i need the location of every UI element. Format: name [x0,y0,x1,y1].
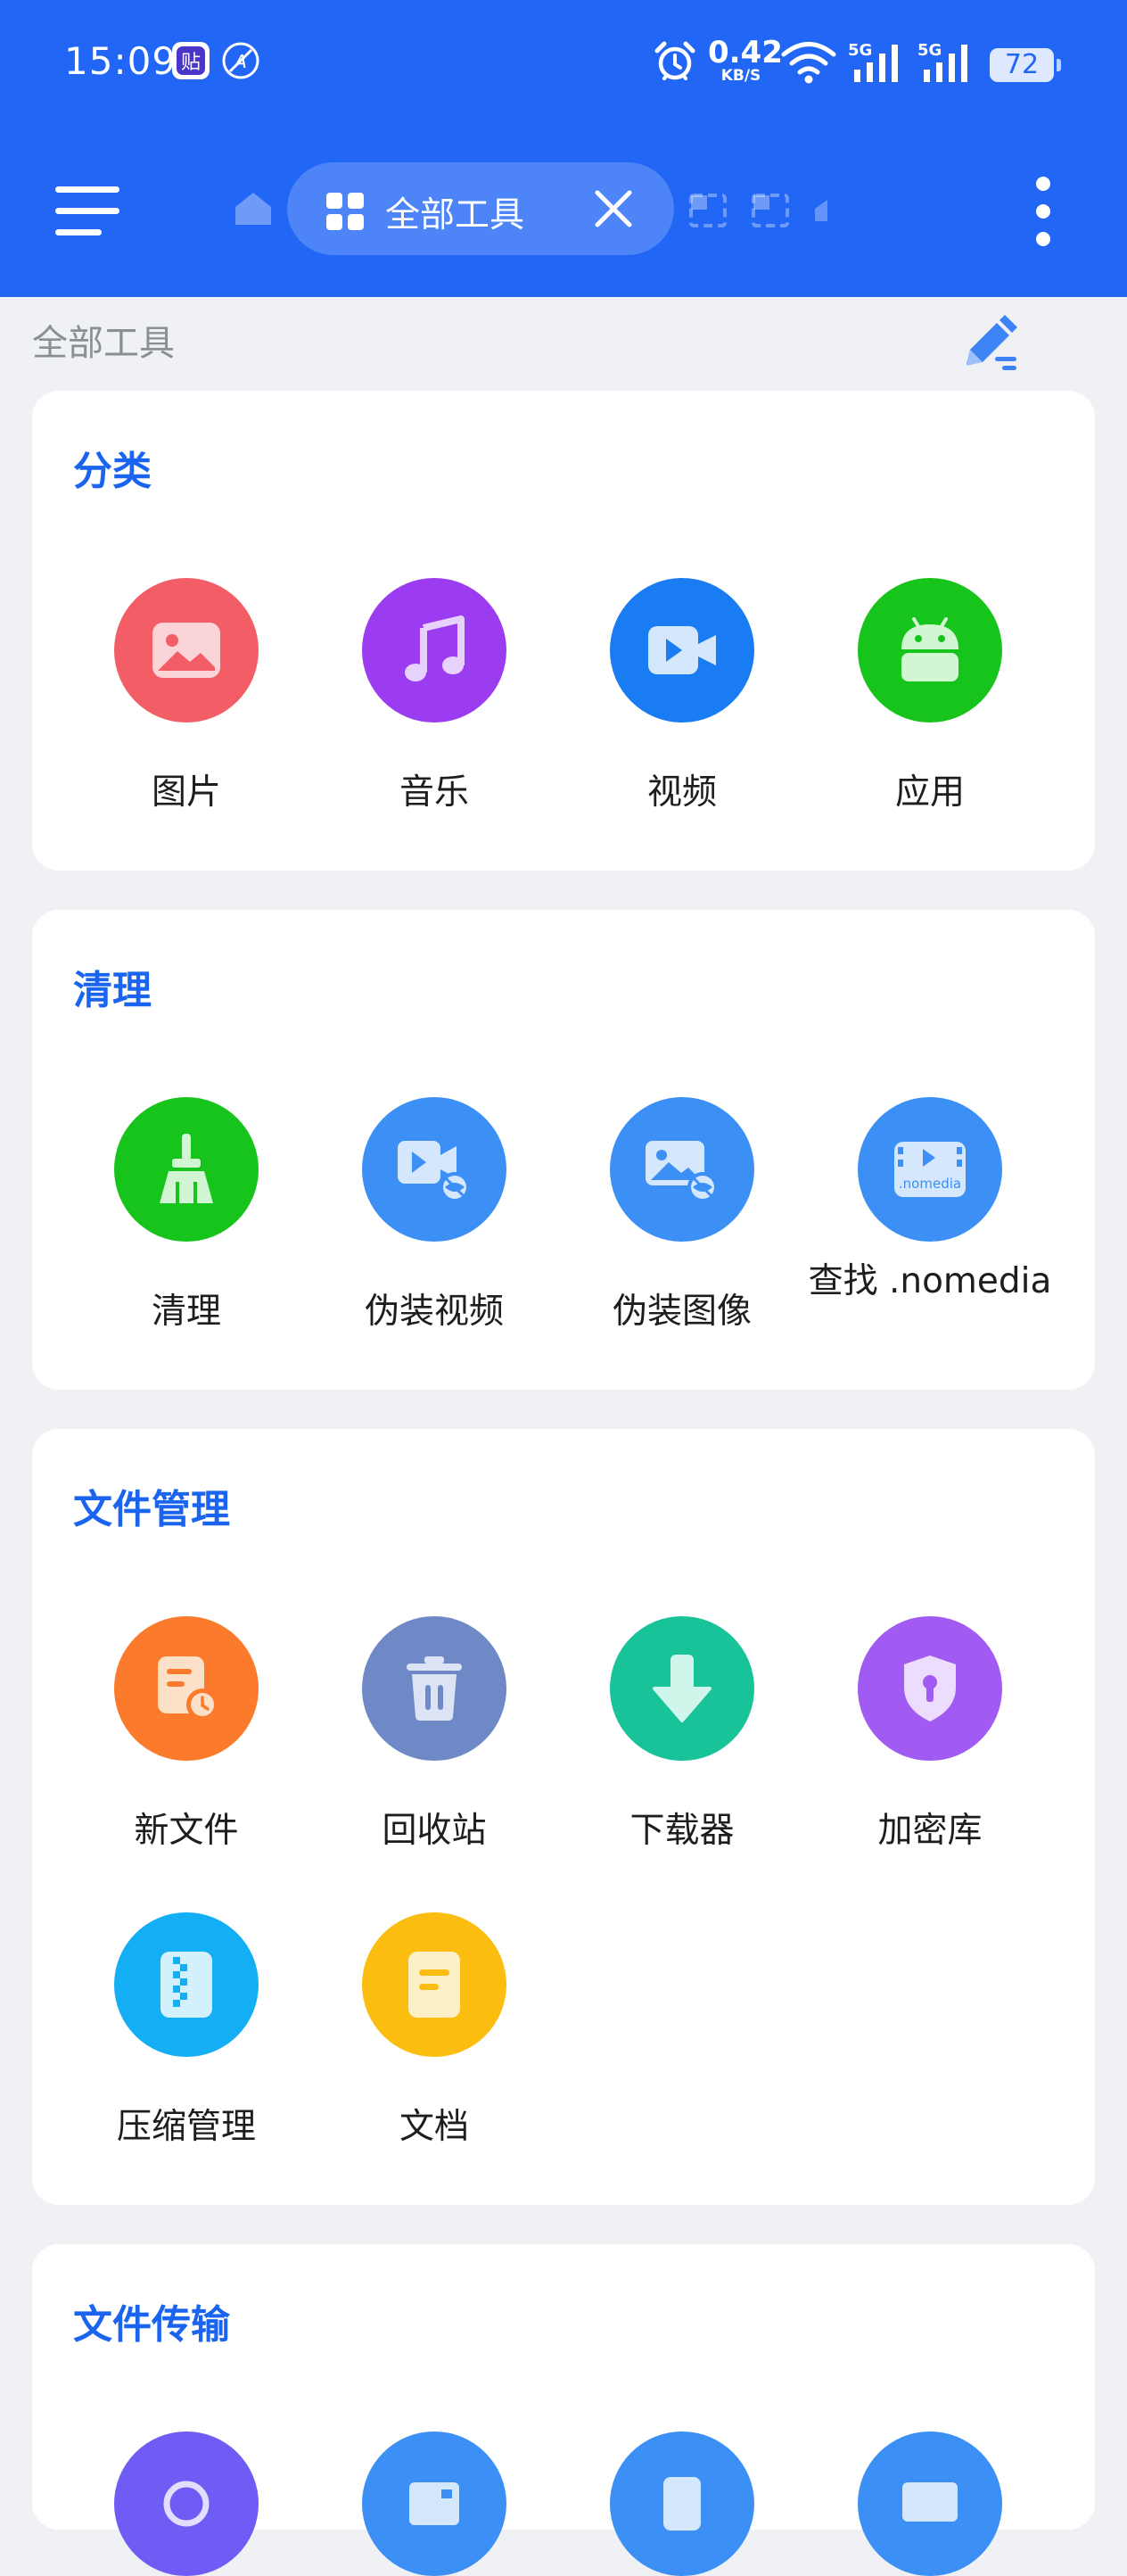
tool-images[interactable]: 图片 [62,578,310,817]
wifi-icon [781,39,836,87]
signal-5g-icon-1: 5G [847,39,904,89]
signal-5g-icon-2: 5G [917,39,974,89]
android-icon [858,578,1002,722]
broom-icon [114,1097,259,1242]
tool-label: 图片 [151,772,221,813]
grid-icon [326,193,364,234]
sticky-note-app-icon: 贴 [171,41,210,84]
tab-all-tools[interactable]: 全部工具 [287,162,674,255]
category-card: 分类 图片 音乐 视频 应用 [32,391,1095,871]
tool-label: 伪装图像 [612,1292,752,1332]
signal-5g-label-1: 5G [848,41,872,60]
nomedia-badge-text: .nomedia [899,1176,961,1192]
tool-disguised-video[interactable]: 伪装视频 [310,1097,558,1336]
tool-music[interactable]: 音乐 [310,578,558,817]
file-management-card: 文件管理 新文件 回收站 下载器 加密库 压缩管理 文档 [32,1429,1095,2205]
transfer-icon-1 [114,2432,259,2576]
tool-documents[interactable]: 文档 [310,1912,558,2151]
hidden-video-icon [362,1097,506,1242]
document-icon [362,1912,506,2057]
tool-archive-manager[interactable]: 压缩管理 [62,1912,310,2151]
transfer-icon-3 [610,2432,754,2576]
image-icon [114,578,259,722]
font-app-icon: A [221,41,260,84]
file-transfer-card: 文件传输 [32,2244,1095,2576]
tool-apps[interactable]: 应用 [806,578,1054,817]
tool-label: 视频 [646,772,717,813]
tool-new-files[interactable]: 新文件 [62,1616,310,1855]
vault-lock-icon [858,1616,1002,1761]
tool-label: 回收站 [382,1811,487,1851]
more-options-button[interactable] [1027,175,1059,248]
tool-clean[interactable]: 清理 [62,1097,310,1336]
tool-transfer-3[interactable] [558,2432,806,2576]
transfer-icon-2 [362,2432,506,2576]
cleanup-card: 清理 清理 伪装视频 伪装图像 .nomedia 查找 .nomedia [32,910,1095,1390]
tool-recycle-bin[interactable]: 回收站 [310,1616,558,1855]
tool-find-nomedia[interactable]: .nomedia 查找 .nomedia [806,1097,1054,1306]
section-title-file-transfer: 文件传输 [73,2302,230,2348]
tab-label: 全部工具 [385,195,525,235]
section-title-cleanup: 清理 [73,968,152,1013]
recent-file-icon [114,1616,259,1761]
tool-downloader[interactable]: 下载器 [558,1616,806,1855]
window-tab-icon-1[interactable] [688,193,728,232]
archive-icon [114,1912,259,2057]
nomedia-icon: .nomedia [858,1097,1002,1242]
hidden-image-icon [610,1097,754,1242]
battery-indicator: 72 [990,48,1061,82]
tool-label: 伪装视频 [364,1292,504,1332]
svg-text:贴: 贴 [181,52,201,74]
transfer-icon-4 [858,2432,1002,2576]
status-bar: 15:09 贴 A 0.42 KB/S 5G 5G 72 [0,0,1127,134]
download-icon [610,1616,754,1761]
home-icon[interactable] [234,191,273,230]
window-tab-icon-3[interactable] [811,198,829,227]
network-speed: 0.42 KB/S [708,35,783,85]
tool-label: 下载器 [629,1811,735,1851]
close-tab-icon[interactable] [594,189,633,228]
tool-disguised-image[interactable]: 伪装图像 [558,1097,806,1336]
tool-label: 应用 [894,772,965,813]
tool-label: 文档 [399,2107,469,2147]
section-title-category: 分类 [73,449,152,494]
video-icon [610,578,754,722]
tool-label: 音乐 [399,772,469,813]
edit-icon[interactable] [956,309,1024,376]
section-title-file-management: 文件管理 [73,1487,230,1532]
alarm-icon [653,39,697,87]
tool-label: 新文件 [134,1811,239,1851]
page-title: 全部工具 [32,323,175,364]
tool-transfer-2[interactable] [310,2432,558,2576]
tool-transfer-4[interactable] [806,2432,1054,2576]
window-tab-icon-2[interactable] [751,193,790,232]
signal-5g-label-2: 5G [917,41,942,60]
tool-encrypted-vault[interactable]: 加密库 [806,1616,1054,1855]
status-time: 15:09 [64,39,177,83]
top-app-bar: 15:09 贴 A 0.42 KB/S 5G 5G 72 [0,0,1127,297]
tool-label: 压缩管理 [116,2107,256,2147]
menu-button[interactable] [55,183,119,236]
tool-label: 清理 [151,1292,221,1332]
tool-transfer-1[interactable] [62,2432,310,2576]
music-icon [362,578,506,722]
trash-icon [362,1616,506,1761]
tool-video[interactable]: 视频 [558,578,806,817]
tool-label: 加密库 [877,1811,983,1851]
tool-label: 查找 .nomedia [808,1261,1052,1301]
